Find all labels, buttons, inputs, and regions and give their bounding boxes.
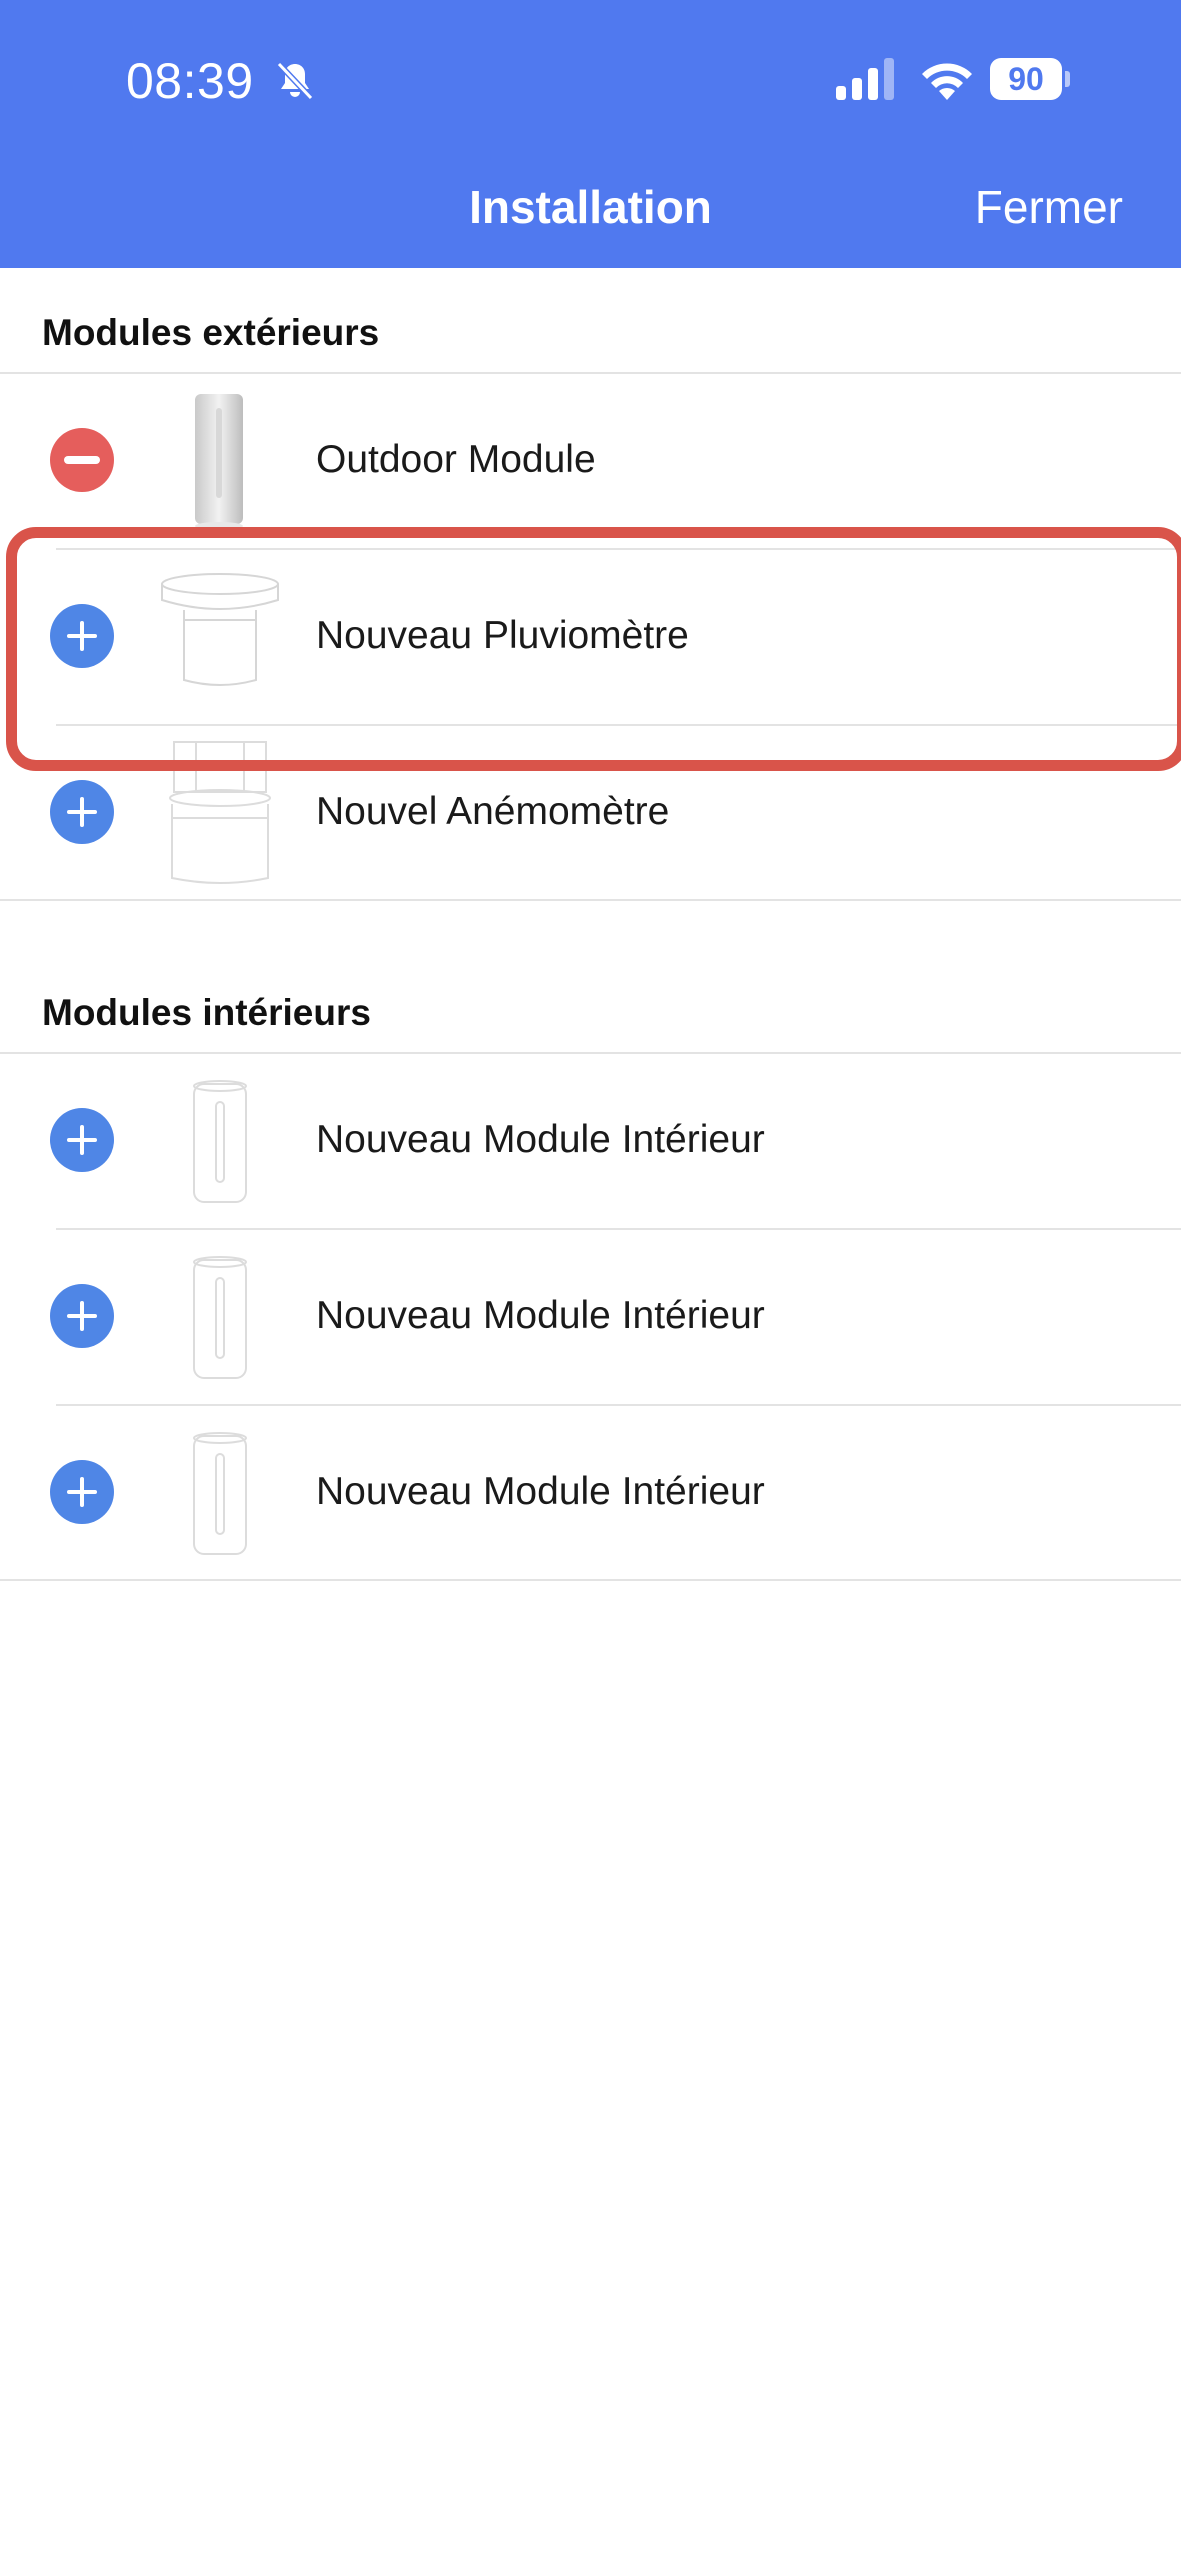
module-row-indoor[interactable]: Nouveau Module Intérieur: [0, 1228, 1181, 1404]
add-module-button[interactable]: [50, 780, 114, 844]
highlight-frame: [6, 527, 1181, 771]
module-row-indoor[interactable]: Nouveau Module Intérieur: [0, 1404, 1181, 1580]
divider: [0, 1579, 1181, 1581]
module-label: Nouveau Module Intérieur: [316, 1294, 765, 1337]
section-title-indoor: Modules intérieurs: [42, 992, 371, 1033]
bell-slash-icon: [276, 61, 314, 101]
battery-icon: 90: [990, 58, 1070, 100]
module-label: Nouveau Module Intérieur: [316, 1118, 765, 1161]
module-label: Nouvel Anémomètre: [316, 790, 670, 833]
indoor-module-icon: [193, 1080, 247, 1203]
close-button[interactable]: Fermer: [975, 180, 1123, 234]
module-label: Nouveau Module Intérieur: [316, 1470, 765, 1513]
module-row-indoor[interactable]: Nouveau Module Intérieur: [0, 1052, 1181, 1228]
module-label: Outdoor Module: [316, 438, 596, 481]
signal-icon: [836, 58, 894, 100]
divider: [0, 899, 1181, 901]
module-row-outdoor[interactable]: Outdoor Module: [0, 372, 1181, 548]
battery-tip: [1065, 71, 1070, 87]
indoor-module-icon: [193, 1256, 247, 1379]
section-title-outdoor: Modules extérieurs: [42, 312, 380, 353]
add-module-button[interactable]: [50, 1284, 114, 1348]
header-bar: 08:39 90 Installation Fermer: [0, 0, 1181, 268]
battery-level: 90: [990, 58, 1062, 100]
wifi-icon: [922, 63, 972, 100]
remove-module-button[interactable]: [50, 428, 114, 492]
add-module-button[interactable]: [50, 1108, 114, 1172]
add-module-button[interactable]: [50, 1460, 114, 1524]
indoor-module-icon: [193, 1432, 247, 1555]
status-time: 08:39: [126, 53, 254, 109]
outdoor-module-icon: [195, 394, 243, 530]
